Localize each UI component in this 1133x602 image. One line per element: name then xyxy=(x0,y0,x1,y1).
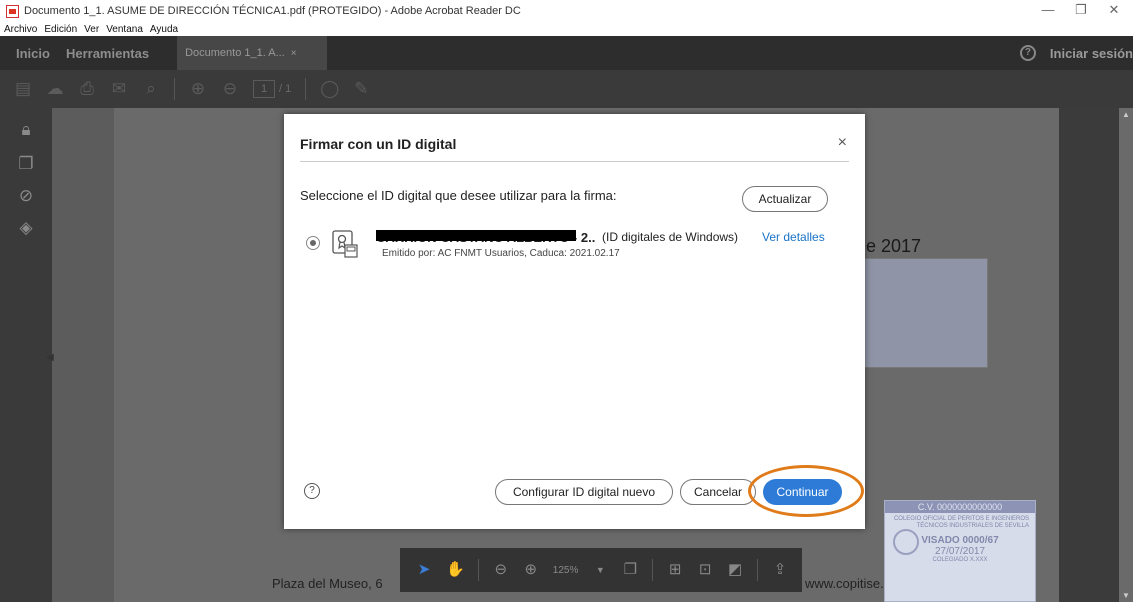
comment-icon[interactable]: ◯ xyxy=(320,80,339,98)
floatbar-divider xyxy=(477,559,479,581)
right-panel xyxy=(1059,108,1119,602)
view-details-link[interactable]: Ver detalles xyxy=(762,230,825,244)
tab-document[interactable]: Documento 1_1. A... × xyxy=(177,36,328,70)
layers-icon[interactable]: ◈ xyxy=(16,218,36,238)
redaction-bar xyxy=(376,230,576,241)
close-tab-icon[interactable]: × xyxy=(291,48,297,59)
page-down-icon[interactable]: ⊖ xyxy=(221,80,239,98)
certificate-icon xyxy=(332,230,358,258)
zoom-out-icon[interactable]: ⊖ xyxy=(493,561,509,579)
tab-bar: Inicio Herramientas Documento 1_1. A... … xyxy=(0,36,1133,70)
page-footer-address: Plaza del Museo, 6 xyxy=(272,576,383,591)
stamp-header: C.V. 0000000000000 xyxy=(885,501,1035,513)
account-area: ? Iniciar sesión xyxy=(1019,45,1133,61)
toolbar-divider xyxy=(174,78,175,100)
floating-page-toolbar: ➤ ✋ ⊖ ⊕ 125% ▼ ❐ ⊞ ⊡ ◩ ⇪ xyxy=(400,548,802,592)
search-icon[interactable]: ⌕ xyxy=(142,80,160,98)
hand-tool-icon[interactable]: ✋ xyxy=(446,561,465,579)
select-cursor-icon[interactable]: ➤ xyxy=(416,561,432,579)
page-up-icon[interactable]: ⊕ xyxy=(189,80,207,98)
dialog-close-icon[interactable]: × xyxy=(838,134,847,152)
pages-icon[interactable]: ❐ xyxy=(16,154,36,174)
page-number-input[interactable]: 1 xyxy=(253,80,275,98)
cancel-button[interactable]: Cancelar xyxy=(680,479,756,505)
print-icon[interactable]: ⎙ xyxy=(78,80,96,98)
tab-herramientas[interactable]: Herramientas xyxy=(58,46,157,61)
sign-dialog: Firmar con un ID digital × Seleccione el… xyxy=(284,114,865,529)
refresh-button[interactable]: Actualizar xyxy=(742,186,828,212)
fit-width-icon[interactable]: ⊞ xyxy=(667,561,683,579)
vertical-scrollbar[interactable]: ▲ ▼ xyxy=(1119,108,1133,602)
pen-icon[interactable]: ✎ xyxy=(352,80,370,98)
toolbar-divider xyxy=(305,78,307,100)
attachment-icon[interactable]: ⊘ xyxy=(16,186,36,206)
floatbar-divider xyxy=(652,559,654,581)
close-window-button[interactable]: ✕ xyxy=(1099,0,1129,22)
configure-id-button[interactable]: Configurar ID digital nuevo xyxy=(495,479,673,505)
fit-page-icon[interactable]: ⊡ xyxy=(697,561,713,579)
document-tab-label: Documento 1_1. A... xyxy=(185,47,285,59)
id-radio-button[interactable] xyxy=(306,236,320,250)
signin-link[interactable]: Iniciar sesión xyxy=(1050,46,1133,61)
main-toolbar: ▤ ☁ ⎙ ✉ ⌕ ⊕ ⊖ 1 / 1 ◯ ✎ xyxy=(0,70,1133,108)
page-image-block xyxy=(850,258,988,368)
menu-edicion[interactable]: Edición xyxy=(44,24,77,35)
dialog-title: Firmar con un ID digital xyxy=(300,136,457,152)
left-nav-sidebar: 🔒︎ ❐ ⊘ ◈ xyxy=(0,108,52,602)
upload-cloud-icon[interactable]: ☁ xyxy=(46,80,64,98)
share-icon[interactable]: ⇪ xyxy=(772,561,788,579)
restore-button[interactable]: ❐ xyxy=(1066,0,1096,22)
acrobat-app-icon xyxy=(6,4,19,18)
menu-archivo[interactable]: Archivo xyxy=(4,24,37,35)
menu-bar: Archivo Edición Ver Ventana Ayuda xyxy=(0,22,1133,36)
zoom-level[interactable]: 125% xyxy=(553,565,579,576)
lock-icon[interactable]: 🔒︎ xyxy=(16,120,36,140)
dialog-prompt: Seleccione el ID digital que desee utili… xyxy=(300,188,617,203)
fullscreen-icon[interactable]: ◩ xyxy=(727,561,743,579)
page-view-icon[interactable]: ❐ xyxy=(622,561,638,579)
zoom-dropdown-icon[interactable]: ▼ xyxy=(592,561,608,579)
digital-id-issuer: Emitido por: AC FNMT Usuarios, Caduca: 2… xyxy=(382,248,620,259)
dialog-help-icon[interactable]: ? xyxy=(304,483,320,499)
help-icon[interactable]: ? xyxy=(1019,45,1036,61)
window-title-bar: Documento 1_1. ASUME DE DIRECCIÓN TÉCNIC… xyxy=(0,0,1133,22)
floatbar-divider xyxy=(757,559,758,581)
stamp-seal-icon xyxy=(893,529,919,555)
email-icon[interactable]: ✉ xyxy=(110,80,128,98)
menu-ayuda[interactable]: Ayuda xyxy=(150,24,178,35)
scroll-down-icon[interactable]: ▼ xyxy=(1122,591,1130,600)
highlight-ring-annotation xyxy=(748,465,864,517)
digital-id-type: (ID digitales de Windows) xyxy=(602,230,739,244)
zoom-in-icon[interactable]: ⊕ xyxy=(523,561,539,579)
save-icon[interactable]: ▤ xyxy=(14,80,32,98)
collapse-panel-icon[interactable]: ◀ xyxy=(46,352,54,363)
menu-ventana[interactable]: Ventana xyxy=(106,24,143,35)
minimize-button[interactable]: — xyxy=(1033,0,1063,22)
tab-inicio[interactable]: Inicio xyxy=(8,46,58,61)
dialog-divider xyxy=(300,161,849,162)
window-title: Documento 1_1. ASUME DE DIRECCIÓN TÉCNIC… xyxy=(24,5,521,17)
scroll-up-icon[interactable]: ▲ xyxy=(1122,110,1130,119)
page-year-text: e 2017 xyxy=(866,236,922,256)
visado-stamp: C.V. 0000000000000 COLEGIO OFICIAL DE PE… xyxy=(884,500,1036,602)
page-total: / 1 xyxy=(279,83,292,95)
left-panel-gap: ◀ xyxy=(46,108,114,602)
menu-ver[interactable]: Ver xyxy=(84,24,99,35)
stamp-footer: COLEGIADO X.XXX xyxy=(932,557,988,563)
